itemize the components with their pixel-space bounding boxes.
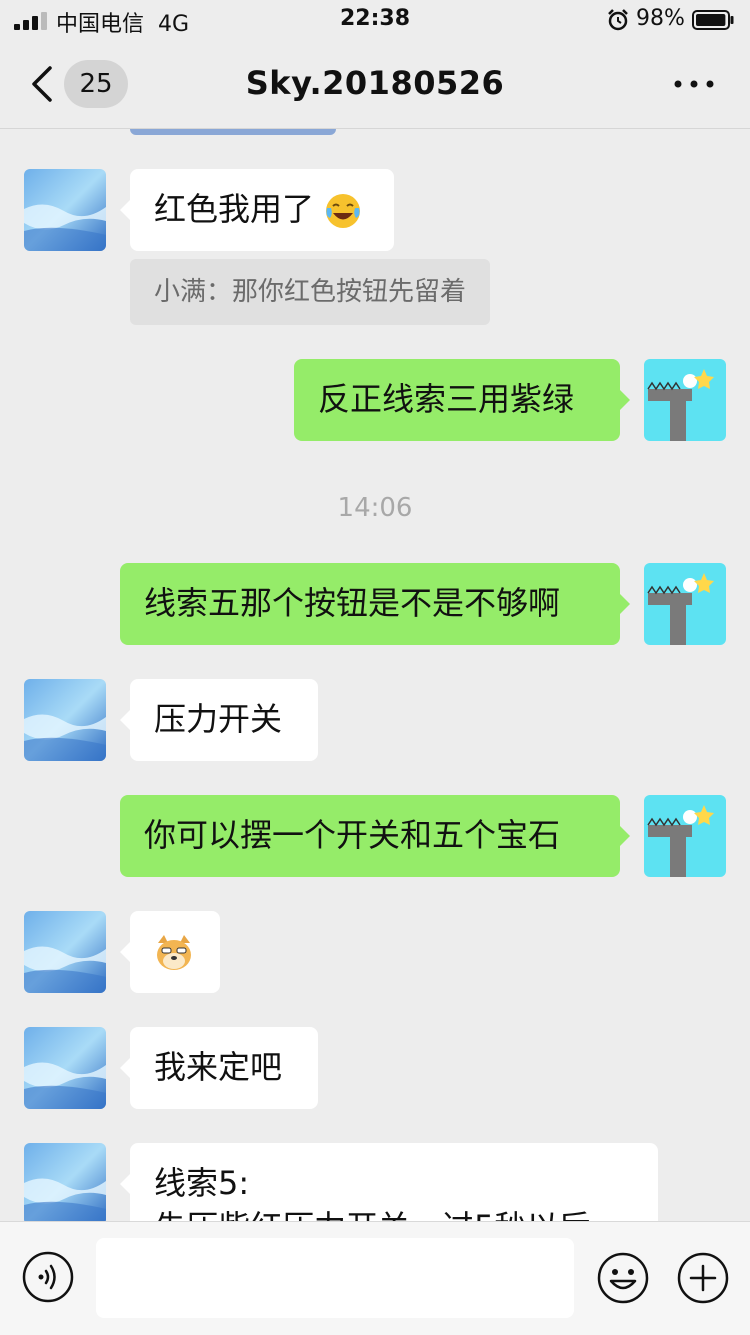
message-line: 先压紫红压力开关，过5秒以后 [154,1205,634,1221]
message-bubble[interactable]: 红色我用了 [120,169,394,251]
chat-title: Sky.20180526 [245,64,505,102]
more-dots-icon[interactable] [672,70,716,98]
message-bubble[interactable]: 线索5: 先压紫红压力开关，过5秒以后 [120,1143,658,1221]
avatar[interactable] [24,911,106,993]
plus-icon[interactable] [676,1251,730,1305]
alarm-icon [608,9,628,31]
message-timestamp: 14:06 [337,493,413,523]
message-bubble[interactable]: 你可以摆一个开关和五个宝石 [120,795,630,877]
doge-face-icon [157,935,191,970]
self-avatar[interactable] [644,795,726,877]
chat-input-bar [0,1221,750,1335]
avatar[interactable] [24,679,106,761]
chat-nav-bar: 25 Sky.20180526 [0,40,750,129]
avatar[interactable] [24,169,106,251]
battery-percent: 98% [636,6,685,31]
message-list[interactable]: 红色我用了 小满：那你红色按钮先留着 反正线索三用紫绿 14:06 线索五那个按… [0,129,750,1221]
message-bubble[interactable] [120,911,220,993]
message-input[interactable] [96,1238,574,1318]
message-bubble[interactable]: 反正线索三用紫绿 [294,359,630,441]
laughing-crying-face-icon [326,194,361,228]
emoji-icon[interactable] [596,1251,650,1305]
message-bubble[interactable]: 压力开关 [120,679,318,761]
avatar[interactable] [24,1027,106,1109]
message-bubble[interactable]: 我来定吧 [120,1027,318,1109]
avatar[interactable] [24,1143,106,1221]
self-avatar[interactable] [644,359,726,441]
quoted-reply[interactable]: 小满：那你红色按钮先留着 [130,259,491,325]
previous-message-fragment [130,129,336,135]
voice-icon[interactable] [22,1251,74,1303]
battery-icon [692,10,734,30]
message-line: 线索5: [154,1164,250,1202]
status-bar: 中国电信 4G 22:38 98% [0,0,750,40]
self-avatar[interactable] [644,563,726,645]
message-bubble[interactable]: 线索五那个按钮是不是不够啊 [120,563,630,645]
